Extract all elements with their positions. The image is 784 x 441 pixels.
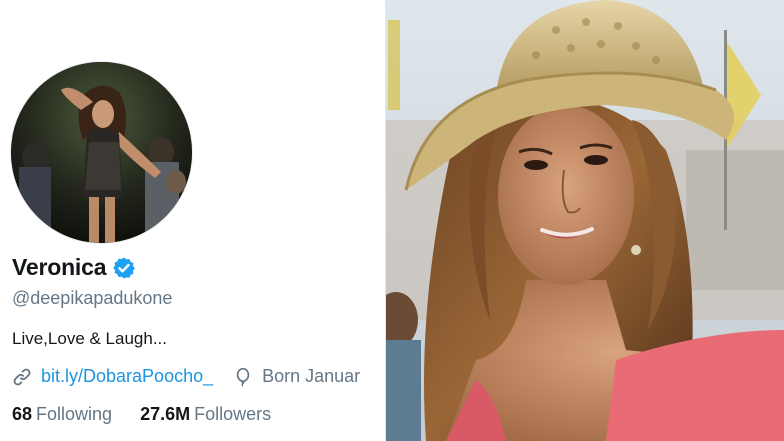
- following-stat[interactable]: 68 Following: [12, 404, 112, 425]
- balloon-icon: [233, 367, 253, 387]
- verified-badge-icon: [112, 256, 136, 280]
- profile-meta-row: bit.ly/DobaraPoocho_ Born Januar: [12, 366, 360, 387]
- display-name: Veronica: [12, 254, 107, 280]
- profile-bio: Live,Love & Laugh...: [12, 329, 168, 348]
- following-label: Following: [36, 404, 113, 424]
- profile-panel: Veronica @deepikapadukone Live,Love & La…: [0, 0, 386, 441]
- avatar[interactable]: [11, 62, 192, 243]
- name-row: Veronica: [12, 254, 136, 281]
- followers-label: Followers: [194, 404, 272, 424]
- followers-count: 27.6M: [140, 404, 191, 424]
- following-count: 68: [12, 404, 33, 424]
- profile-stats: 68 Following 27.6M Followers: [12, 404, 271, 425]
- website-link[interactable]: bit.ly/DobaraPoocho_: [41, 366, 213, 387]
- birth-date-text: Born Januar: [262, 366, 361, 386]
- portrait-photo: [386, 0, 784, 441]
- followers-stat[interactable]: 27.6M Followers: [140, 404, 271, 425]
- profile-handle: @deepikapadukone: [12, 288, 173, 308]
- link-icon: [12, 367, 32, 387]
- avatar-photo: [11, 62, 192, 243]
